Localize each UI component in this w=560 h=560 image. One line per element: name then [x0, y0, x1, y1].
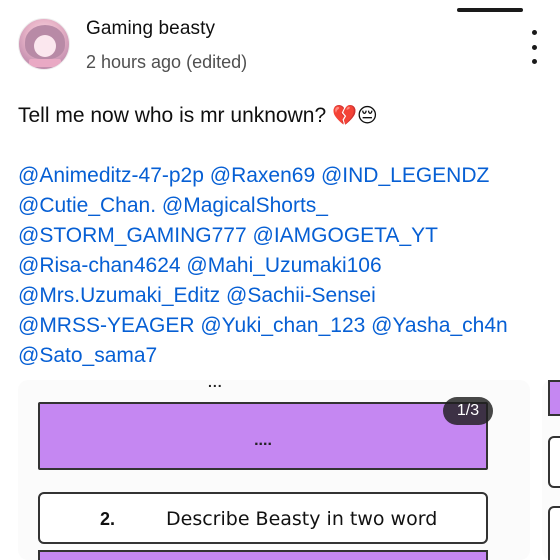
mention-line: @MRSS-YEAGER @Yuki_chan_123 @Yasha_ch4n [18, 311, 548, 341]
image-counter-badge: 1/3 [443, 397, 493, 425]
more-vert-icon[interactable] [524, 30, 544, 64]
mention-link[interactable]: @Mrs.Uzumaki_Editz [18, 284, 220, 307]
question-number: 2. [100, 509, 116, 529]
next-question-box [548, 506, 560, 560]
mention-link[interactable]: @MRSS-YEAGER [18, 314, 195, 337]
carousel-image-next[interactable] [542, 380, 560, 560]
mention-line: @Risa-chan4624 @Mahi_Uzumaki106 [18, 251, 548, 281]
mention-link[interactable]: @Yuki_chan_123 [200, 314, 365, 337]
avatar-band [29, 59, 61, 67]
mention-link[interactable]: @IAMGOGETA_YT [253, 224, 438, 247]
mention-link[interactable]: @Sato_sama7 [18, 344, 157, 367]
mention-link[interactable]: @Raxen69 [210, 164, 315, 187]
next-question-box [548, 436, 560, 488]
mention-link[interactable]: @Cutie_Chan. [18, 194, 156, 217]
comment-text-line: Tell me now who is mr unknown? 💔😔 [18, 100, 548, 131]
question-text: Describe Beasty in two word [166, 508, 438, 530]
answer-box: .... [38, 402, 488, 470]
mention-link[interactable]: @Sachii-Sensei [226, 284, 376, 307]
comment-body: Tell me now who is mr unknown? 💔😔 @Anime… [18, 100, 548, 371]
mention-link[interactable]: @Mahi_Uzumaki106 [186, 254, 381, 277]
answer-placeholder: .... [254, 432, 272, 449]
mention-line: @Cutie_Chan. @MagicalShorts_ [18, 191, 548, 221]
mention-link[interactable]: @MagicalShorts_ [162, 194, 328, 217]
comment-text: Tell me now who is mr unknown? [18, 104, 327, 127]
dot [531, 44, 537, 50]
partial-question-text: ... [208, 380, 223, 390]
answer-box-next [38, 550, 488, 560]
avatar-face [34, 35, 56, 57]
mention-line: @Animeditz-47-p2p @Raxen69 @IND_LEGENDZ [18, 161, 548, 191]
mention-link[interactable]: @Yasha_ch4n [371, 314, 508, 337]
mention-line: @Sato_sama7 [18, 341, 548, 371]
mention-link[interactable]: @IND_LEGENDZ [321, 164, 489, 187]
image-carousel[interactable]: ... .... 2. Describe Beasty in two word … [0, 380, 560, 560]
comment-timestamp: 2 hours ago (edited) [86, 52, 248, 72]
mentions-block: @Animeditz-47-p2p @Raxen69 @IND_LEGENDZ … [18, 161, 548, 371]
mention-link[interactable]: @STORM_GAMING777 [18, 224, 247, 247]
dot [531, 59, 537, 64]
avatar[interactable] [18, 18, 70, 70]
broken-heart-pensive-emoji: 💔😔 [331, 103, 378, 127]
mention-line: @Mrs.Uzumaki_Editz @Sachii-Sensei [18, 281, 548, 311]
mention-link[interactable]: @Risa-chan4624 [18, 254, 181, 277]
dot [531, 30, 537, 35]
question-box: 2. Describe Beasty in two word [38, 492, 488, 544]
top-indicator-bar [457, 8, 523, 12]
next-answer-box [548, 380, 560, 416]
mention-line: @STORM_GAMING777 @IAMGOGETA_YT [18, 221, 548, 251]
author-name[interactable]: Gaming beasty [86, 18, 215, 40]
mention-link[interactable]: @Animeditz-47-p2p [18, 164, 204, 187]
